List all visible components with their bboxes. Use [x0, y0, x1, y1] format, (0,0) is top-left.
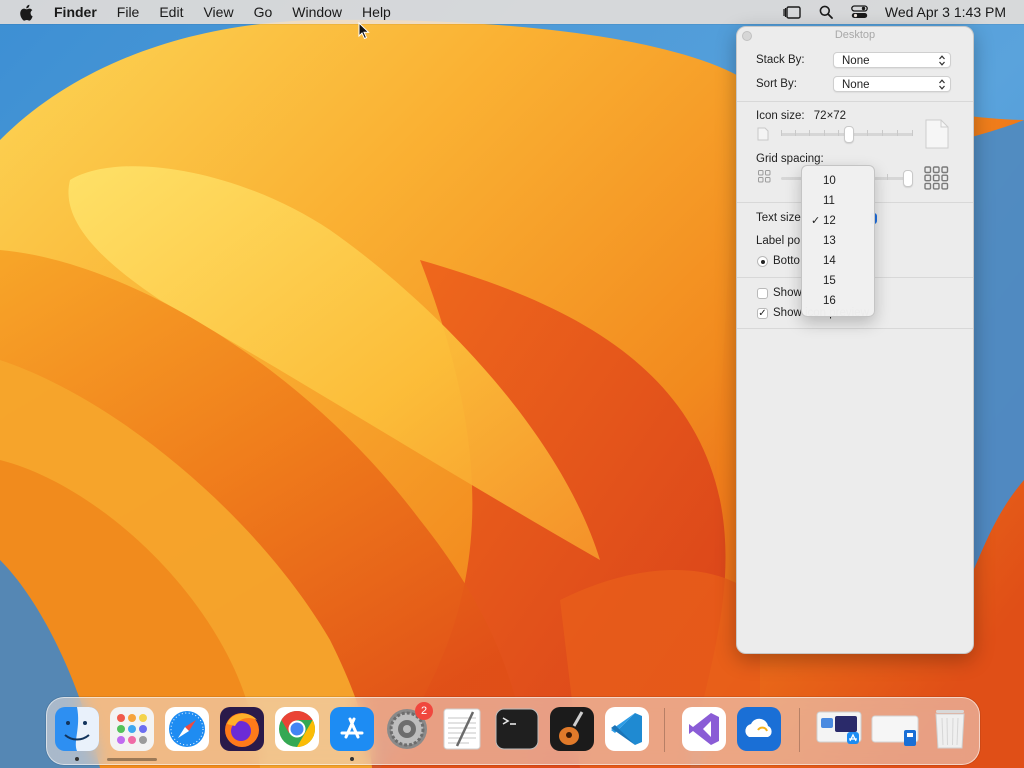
dock-finder-icon[interactable]: [54, 706, 100, 752]
label-position-label: Label po: [756, 235, 801, 247]
large-document-icon: [925, 119, 949, 149]
menu-go[interactable]: Go: [244, 0, 283, 24]
dock-visual-studio-icon[interactable]: [681, 706, 727, 752]
dock: 2: [46, 697, 980, 765]
option-label: 14: [823, 255, 836, 267]
slider-tick: [838, 130, 839, 136]
slider-tick: [882, 130, 883, 136]
dock-downloads-stack-icon[interactable]: [869, 706, 921, 752]
slider-tick: [867, 130, 868, 136]
separator: [737, 101, 973, 102]
text-size-option-14[interactable]: 14: [802, 251, 874, 271]
dock-separator: [799, 708, 800, 752]
show-item-info-label: Show: [773, 287, 802, 299]
grid-spacing-label: Grid spacing:: [756, 153, 824, 165]
panel-title: Desktop: [834, 29, 876, 41]
option-label: 10: [823, 175, 836, 187]
icon-size-label: Icon size: 72×72: [756, 110, 846, 122]
dock-launchpad-icon[interactable]: [109, 706, 155, 752]
show-icon-preview-checkbox[interactable]: ✓: [757, 308, 768, 319]
slider-tick: [809, 130, 810, 136]
dock-textedit-icon[interactable]: [439, 706, 485, 752]
separator: [737, 328, 973, 329]
control-center-icon[interactable]: [849, 3, 871, 21]
running-indicator: [75, 757, 79, 761]
menu-window[interactable]: Window: [282, 0, 352, 24]
text-size-option-12[interactable]: ✓ 12: [802, 211, 874, 231]
dock-chrome-icon[interactable]: [274, 706, 320, 752]
slider-tick: [897, 130, 898, 136]
menu-file[interactable]: File: [107, 0, 150, 24]
icon-size-slider-knob[interactable]: [844, 126, 854, 143]
close-button[interactable]: [742, 31, 752, 41]
icon-size-label-text: Icon size:: [756, 110, 805, 122]
stage-manager-icon[interactable]: [781, 3, 803, 21]
dock-cloudmounter-icon[interactable]: [736, 706, 782, 752]
text-size-option-11[interactable]: 11: [802, 191, 874, 211]
small-document-icon: [757, 127, 769, 141]
slider-tick: [781, 130, 782, 136]
sort-by-value: None: [842, 79, 870, 91]
dock-terminal-icon[interactable]: [494, 706, 540, 752]
option-label: 12: [823, 215, 836, 227]
text-size-label: Text size: [756, 212, 801, 224]
large-grid-icon: [924, 166, 949, 190]
text-size-option-15[interactable]: 15: [802, 271, 874, 291]
popup-arrows-icon: [939, 55, 945, 66]
dock-garageband-icon[interactable]: [549, 706, 595, 752]
text-size-dropdown-menu: 10 11 ✓ 12 13 14 15 16: [801, 165, 875, 317]
dock-app-store-icon[interactable]: [329, 706, 375, 752]
label-position-bottom-radio[interactable]: [757, 256, 768, 267]
text-size-option-10[interactable]: 10: [802, 171, 874, 191]
text-size-option-16[interactable]: 16: [802, 291, 874, 311]
stack-by-value: None: [842, 55, 870, 67]
slider-tick: [824, 130, 825, 136]
dock-vscode-icon[interactable]: [604, 706, 650, 752]
option-label: 11: [823, 195, 835, 207]
menu-view[interactable]: View: [193, 0, 243, 24]
menu-bar-clock[interactable]: Wed Apr 3 1:43 PM: [885, 4, 1006, 20]
icon-size-value: 72×72: [813, 110, 847, 122]
sort-by-popup[interactable]: None: [833, 76, 951, 92]
slider-tick: [912, 130, 913, 136]
slider-tick: [795, 130, 796, 136]
radio-selected-dot: [760, 259, 765, 264]
menu-bar: Finder File Edit View Go Window Help Wed…: [0, 0, 1024, 24]
label-position-bottom-label: Botto: [773, 255, 800, 267]
dock-firefox-icon[interactable]: [219, 706, 265, 752]
slider-tick: [887, 174, 888, 180]
dock-separator: [664, 708, 665, 752]
menu-edit[interactable]: Edit: [149, 0, 193, 24]
menu-help[interactable]: Help: [352, 0, 401, 24]
dock-applications-stack-icon[interactable]: [813, 706, 865, 752]
stack-by-label: Stack By:: [756, 54, 805, 66]
dock-trash-icon[interactable]: [927, 706, 973, 752]
desktop-view-options-panel: Desktop Stack By: None Sort By: None Ico…: [736, 26, 974, 654]
menu-app-finder[interactable]: Finder: [54, 0, 107, 24]
option-label: 13: [823, 235, 836, 247]
stack-by-popup[interactable]: None: [833, 52, 951, 68]
dock-safari-icon[interactable]: [164, 706, 210, 752]
sort-by-label: Sort By:: [756, 78, 797, 90]
apple-menu-icon[interactable]: [19, 3, 35, 21]
panel-titlebar: Desktop: [737, 27, 973, 44]
checkmark-icon: ✓: [811, 215, 821, 227]
mouse-pointer-icon: [358, 21, 370, 40]
small-grid-icon: [758, 170, 771, 183]
notification-badge: 2: [415, 702, 433, 720]
text-size-option-13[interactable]: 13: [802, 231, 874, 251]
popup-arrows-icon: [939, 79, 945, 90]
grid-spacing-slider-knob[interactable]: [903, 170, 913, 187]
show-item-info-checkbox[interactable]: [757, 288, 768, 299]
running-indicator: [350, 757, 354, 761]
spotlight-icon[interactable]: [815, 3, 837, 21]
menu-bar-status-area: Wed Apr 3 1:43 PM: [775, 0, 1024, 24]
option-label: 15: [823, 275, 836, 287]
dock-scroll-indicator: [107, 758, 157, 761]
option-label: 16: [823, 295, 836, 307]
